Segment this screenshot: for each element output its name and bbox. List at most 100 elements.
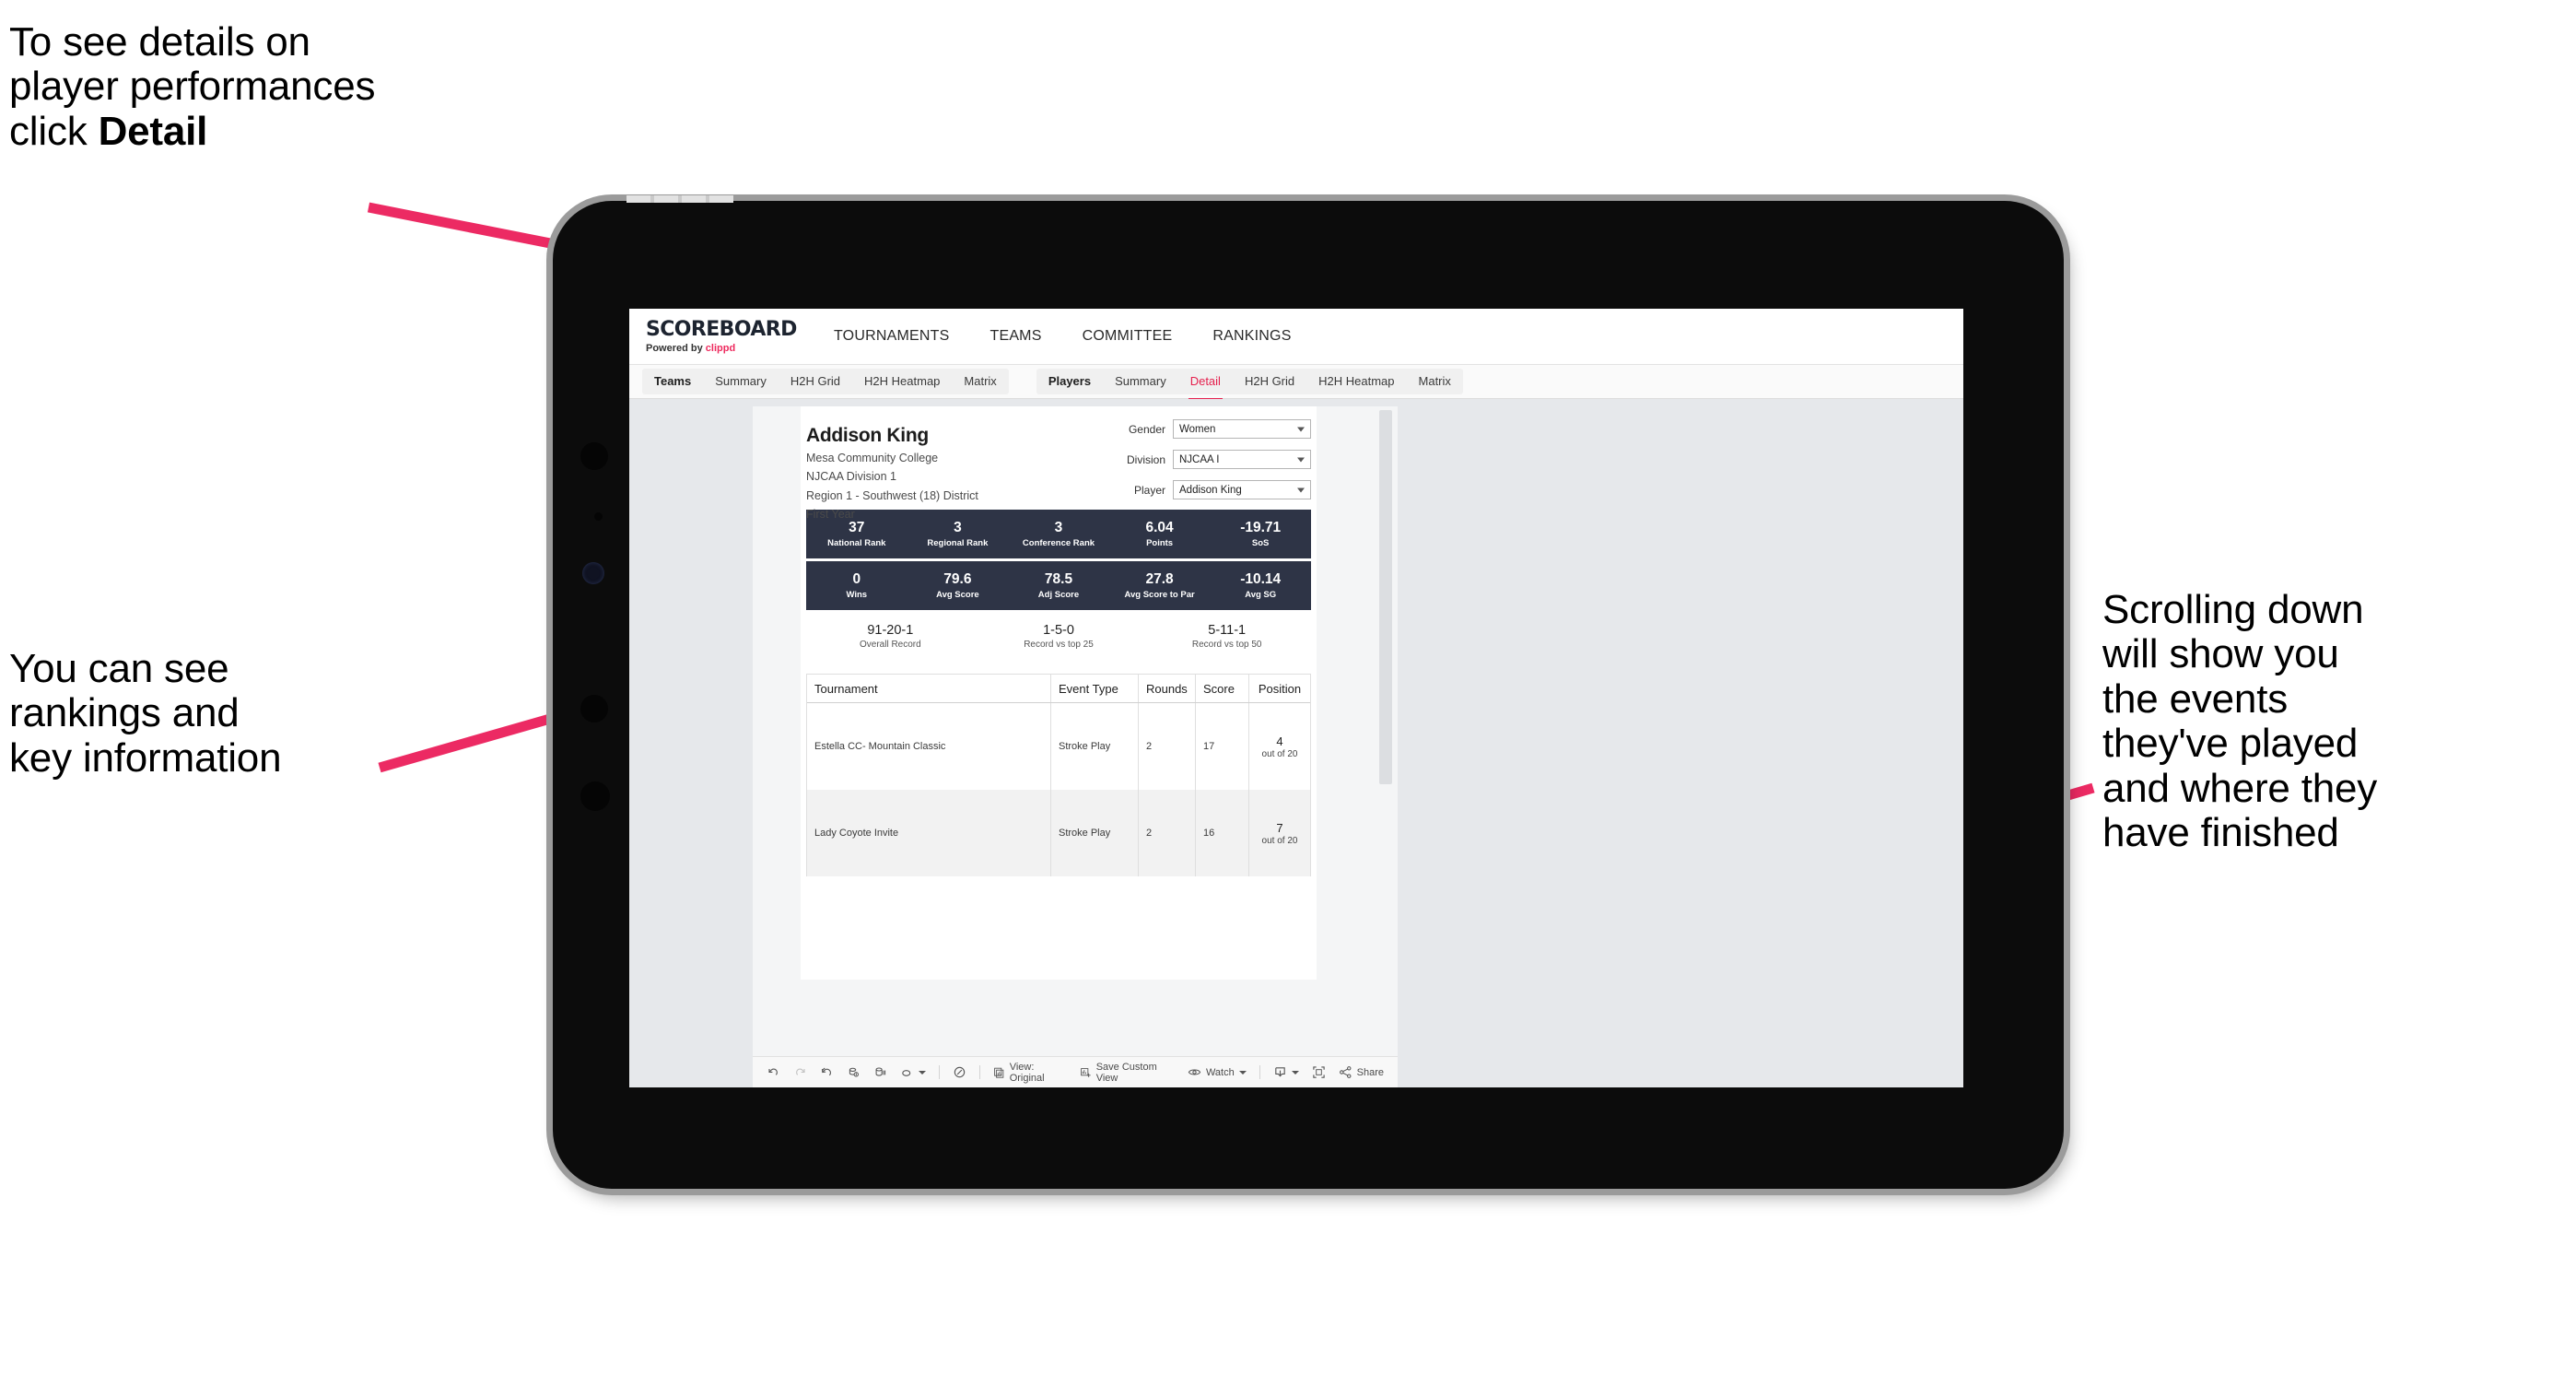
position-suffix: out of 20	[1261, 835, 1298, 846]
player-detail-card: Addison King Mesa Community College NJCA…	[801, 406, 1317, 980]
annotation-mid-left: You can see rankings and key information	[9, 646, 282, 781]
toolbar-divider	[939, 1065, 940, 1079]
cell-rounds: 2	[1139, 790, 1196, 876]
save-custom-view-label: Save Custom View	[1095, 1061, 1157, 1084]
refresh-button[interactable]	[840, 1065, 867, 1079]
stat-value: 0	[852, 571, 861, 588]
stat-label: Conference Rank	[1022, 537, 1095, 548]
device-button-lower[interactable]	[580, 781, 610, 811]
subnav-players-summary[interactable]: Summary	[1103, 369, 1178, 394]
cell-tournament: Estella CC- Mountain Classic	[807, 703, 1051, 790]
stat-regional-rank: 3 Regional Rank	[907, 520, 1009, 548]
stat-label: Adj Score	[1037, 589, 1080, 600]
share-label: Share	[1356, 1066, 1384, 1078]
filter-gender-value: Women	[1179, 423, 1216, 435]
subnav-players-detail[interactable]: Detail	[1178, 369, 1233, 401]
column-header-tournament[interactable]: Tournament	[807, 675, 1051, 702]
subnav-teams-summary[interactable]: Summary	[703, 369, 779, 394]
nav-tournaments[interactable]: TOURNAMENTS	[814, 309, 969, 364]
column-header-event-type[interactable]: Event Type	[1051, 675, 1139, 702]
record-value: 91-20-1	[867, 623, 914, 638]
record-summary: 91-20-1 Overall Record 1-5-0 Record vs t…	[806, 623, 1311, 650]
subnav-teams-h2h-heatmap[interactable]: H2H Heatmap	[852, 369, 952, 394]
cell-event-type: Stroke Play	[1051, 790, 1139, 876]
subnav-players-matrix[interactable]: Matrix	[1407, 369, 1463, 394]
column-header-rounds[interactable]: Rounds	[1139, 675, 1196, 702]
redo-button[interactable]	[787, 1065, 814, 1079]
filter-player-row: Player Addison King	[1062, 480, 1311, 499]
subnav-teams[interactable]: Teams	[642, 369, 703, 394]
record-label: Record vs top 25	[1024, 640, 1094, 650]
view-original-button[interactable]: View: Original	[987, 1062, 1073, 1084]
stat-label: Points	[1146, 537, 1174, 548]
table-row[interactable]: Lady Coyote Invite Stroke Play 2 16 7 ou…	[807, 790, 1310, 876]
filter-player-label: Player	[1133, 483, 1165, 497]
logo-tagline-brand: clippd	[705, 342, 736, 354]
device-speaker-grille	[626, 195, 733, 203]
download-button[interactable]	[1267, 1065, 1306, 1079]
app-logo[interactable]: SCOREBOARD Powered by clippd	[629, 319, 814, 354]
stat-conference-rank: 3 Conference Rank	[1008, 520, 1109, 548]
stat-label: Wins	[846, 589, 868, 600]
cell-score: 17	[1196, 703, 1249, 790]
vertical-scrollbar[interactable]	[1379, 410, 1392, 784]
tablet-device-frame: SCOREBOARD Powered by clippd TOURNAMENTS…	[553, 195, 2064, 1189]
table-header-row: Tournament Event Type Rounds Score Posit…	[807, 675, 1310, 703]
device-lens-icon	[582, 562, 604, 584]
device-button-upper[interactable]	[580, 695, 608, 722]
stat-points: 6.04 Points	[1109, 520, 1211, 548]
dashboard-canvas: Addison King Mesa Community College NJCA…	[629, 399, 1963, 1087]
nav-rankings[interactable]: RANKINGS	[1192, 309, 1311, 364]
subnav-players-h2h-heatmap[interactable]: H2H Heatmap	[1306, 369, 1406, 394]
watch-button[interactable]: Watch	[1181, 1065, 1253, 1079]
stat-label: Avg Score to Par	[1124, 589, 1195, 600]
undo-button[interactable]	[760, 1065, 787, 1079]
stat-label: Avg Score	[936, 589, 979, 600]
logo-tagline: Powered by clippd	[646, 343, 814, 354]
device-camera-icon	[580, 442, 608, 470]
stat-label: SoS	[1251, 537, 1270, 548]
stat-sos: -19.71 SoS	[1210, 520, 1311, 548]
nav-teams[interactable]: TEAMS	[969, 309, 1061, 364]
revert-button[interactable]	[814, 1065, 840, 1079]
chevron-down-icon	[1297, 487, 1305, 492]
filter-player-select[interactable]: Addison King	[1173, 480, 1311, 499]
pause-autoupdate-button[interactable]	[867, 1065, 894, 1079]
filter-gender-row: Gender Women	[1062, 419, 1311, 439]
refresh-data-source-button[interactable]	[894, 1065, 932, 1079]
subnav-players[interactable]: Players	[1036, 369, 1103, 394]
filter-gender-select[interactable]: Women	[1173, 419, 1311, 439]
table-row[interactable]: Estella CC- Mountain Classic Stroke Play…	[807, 703, 1310, 790]
stat-value: 3	[1054, 520, 1063, 536]
stat-label: National Rank	[827, 537, 886, 548]
subnav-spacer	[1009, 369, 1036, 394]
filter-division-value: NJCAA I	[1179, 453, 1220, 465]
stat-value: 6.04	[1145, 520, 1174, 536]
subnav-teams-matrix[interactable]: Matrix	[952, 369, 1008, 394]
stat-value: -10.14	[1240, 571, 1282, 588]
subnav-players-h2h-grid[interactable]: H2H Grid	[1233, 369, 1306, 394]
position-value: 7	[1276, 820, 1283, 835]
subnav-group-teams: Teams Summary H2H Grid H2H Heatmap Matri…	[642, 369, 1009, 394]
viz-toolbar: View: Original Save Custom View Watch Sh…	[753, 1056, 1398, 1087]
chevron-down-icon	[1297, 427, 1305, 431]
save-custom-view-button[interactable]: Save Custom View	[1073, 1062, 1181, 1084]
annotation-top-left-bold: Detail	[98, 108, 208, 154]
nav-committee[interactable]: COMMITTEE	[1062, 309, 1193, 364]
column-header-position[interactable]: Position	[1249, 675, 1310, 702]
filter-panel: Gender Women Division NJCAA I Player Add…	[1062, 419, 1311, 511]
stat-wins: 0 Wins	[806, 571, 907, 600]
cell-position: 4 out of 20	[1249, 703, 1310, 790]
app-header: SCOREBOARD Powered by clippd TOURNAMENTS…	[629, 309, 1963, 364]
subnav-teams-h2h-grid[interactable]: H2H Grid	[779, 369, 852, 394]
filter-gender-label: Gender	[1128, 422, 1165, 436]
fullscreen-button[interactable]	[1306, 1065, 1332, 1079]
chevron-down-icon	[1238, 1070, 1247, 1075]
column-header-score[interactable]: Score	[1196, 675, 1249, 702]
filter-division-select[interactable]: NJCAA I	[1173, 450, 1311, 469]
pause-button[interactable]	[946, 1065, 973, 1079]
chevron-down-icon	[1297, 457, 1305, 462]
record-label: Overall Record	[859, 640, 921, 650]
position-suffix: out of 20	[1261, 748, 1298, 759]
share-button[interactable]: Share	[1332, 1065, 1390, 1079]
